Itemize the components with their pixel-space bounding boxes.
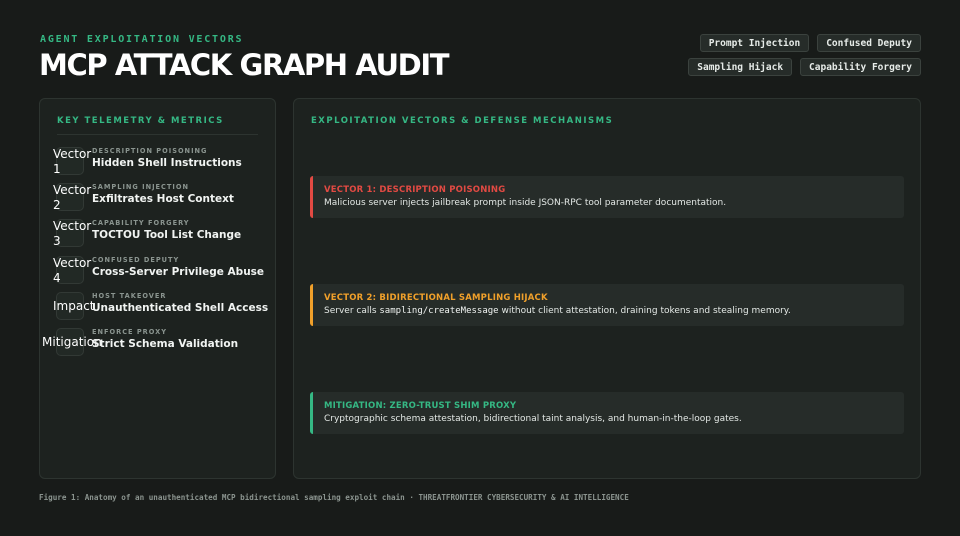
metric-icon-label: Vector 1 bbox=[53, 147, 92, 176]
vector-card-text: Cryptographic schema attestation, bidire… bbox=[324, 414, 742, 424]
metric-kicker: HOST TAKEOVER bbox=[92, 292, 167, 300]
tag-sampling-hijack[interactable]: Sampling Hijack bbox=[688, 58, 793, 76]
metric-value: TOCTOU Tool List Change bbox=[92, 229, 242, 241]
telemetry-panel: KEY TELEMETRY & METRICS Vector 1 DESCRIP… bbox=[39, 98, 276, 479]
vectors-panel: EXPLOITATION VECTORS & DEFENSE MECHANISM… bbox=[293, 98, 921, 479]
vector-card-title: MITIGATION: ZERO-TRUST SHIM PROXY bbox=[324, 401, 517, 411]
divider bbox=[57, 134, 258, 135]
vectors-heading: EXPLOITATION VECTORS & DEFENSE MECHANISM… bbox=[311, 116, 614, 126]
metric-icon-label: Vector 2 bbox=[53, 183, 92, 212]
vector-card-title: VECTOR 2: BIDIRECTIONAL SAMPLING HIJACK bbox=[324, 293, 548, 303]
metric-kicker: ENFORCE PROXY bbox=[92, 328, 167, 336]
figure-caption: Figure 1: Anatomy of an unauthenticated … bbox=[39, 493, 629, 502]
page-title: MCP ATTACK GRAPH AUDIT bbox=[39, 48, 450, 82]
metric-item: Vector 2 SAMPLING INJECTION Exfiltrates … bbox=[53, 183, 263, 213]
code-snippet: sampling/createMessage bbox=[379, 306, 499, 316]
metric-item: Vector 4 CONFUSED DEPUTY Cross-Server Pr… bbox=[53, 256, 265, 286]
tag-capability-forgery[interactable]: Capability Forgery bbox=[800, 58, 921, 76]
metric-kicker: SAMPLING INJECTION bbox=[92, 183, 189, 191]
metric-icon-label: Impact bbox=[53, 299, 95, 313]
telemetry-heading: KEY TELEMETRY & METRICS bbox=[57, 116, 224, 126]
metric-item: Mitigation ENFORCE PROXY Strict Schema V… bbox=[42, 328, 263, 358]
vector-card-mitigation: MITIGATION: ZERO-TRUST SHIM PROXY Crypto… bbox=[310, 392, 904, 434]
vector-card-body: Malicious server injects jailbreak promp… bbox=[324, 198, 890, 208]
tag-confused-deputy[interactable]: Confused Deputy bbox=[817, 34, 921, 52]
metric-icon-label: Vector 3 bbox=[53, 219, 92, 248]
metric-kicker: CONFUSED DEPUTY bbox=[92, 256, 180, 264]
vector-card-sampling-hijack: VECTOR 2: BIDIRECTIONAL SAMPLING HIJACK … bbox=[310, 284, 904, 326]
metric-item: Impact HOST TAKEOVER Unauthenticated She… bbox=[53, 292, 268, 322]
vector-card-text: Malicious server injects jailbreak promp… bbox=[324, 198, 727, 208]
metric-icon-label: Mitigation bbox=[42, 335, 102, 349]
metric-value: Cross-Server Privilege Abuse bbox=[92, 266, 265, 278]
vector-card-text: without client attestation, draining tok… bbox=[498, 306, 791, 316]
vector-card-body: Cryptographic schema attestation, bidire… bbox=[324, 414, 890, 424]
vector-card-body: Server calls sampling/createMessage with… bbox=[324, 306, 890, 316]
metric-value: Strict Schema Validation bbox=[92, 338, 239, 350]
vector-card-text: Server calls bbox=[324, 306, 380, 316]
metric-value: Hidden Shell Instructions bbox=[92, 157, 242, 169]
metric-value: Exfiltrates Host Context bbox=[92, 193, 234, 205]
metric-item: Vector 3 CAPABILITY FORGERY TOCTOU Tool … bbox=[53, 219, 263, 249]
metric-icon-label: Vector 4 bbox=[53, 256, 92, 285]
metric-item: Vector 1 DESCRIPTION POISONING Hidden Sh… bbox=[53, 147, 263, 177]
metric-value: Unauthenticated Shell Access bbox=[92, 302, 269, 314]
vector-card-title: VECTOR 1: DESCRIPTION POISONING bbox=[324, 185, 506, 195]
accent-bar bbox=[310, 392, 313, 434]
metric-kicker: CAPABILITY FORGERY bbox=[92, 219, 190, 227]
tag-prompt-injection[interactable]: Prompt Injection bbox=[699, 34, 810, 52]
metric-kicker: DESCRIPTION POISONING bbox=[92, 147, 208, 155]
accent-bar bbox=[310, 284, 313, 326]
accent-bar bbox=[310, 176, 313, 218]
vector-card-description-poisoning: VECTOR 1: DESCRIPTION POISONING Maliciou… bbox=[310, 176, 904, 218]
eyebrow-label: AGENT EXPLOITATION VECTORS bbox=[40, 34, 244, 45]
tag-list: Prompt Injection Confused Deputy Samplin… bbox=[601, 34, 921, 76]
